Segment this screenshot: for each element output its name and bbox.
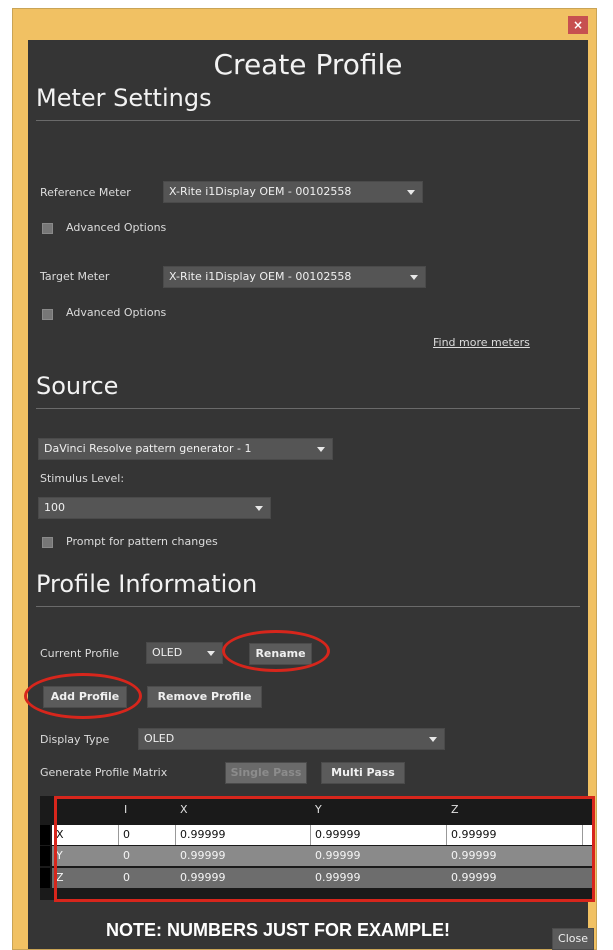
source-value: DaVinci Resolve pattern generator - 1 [44, 442, 252, 455]
target-meter-label: Target Meter [40, 270, 110, 283]
display-type-dropdown[interactable]: OLED [138, 728, 445, 750]
generate-matrix-label: Generate Profile Matrix [40, 766, 168, 779]
section-divider [36, 408, 580, 409]
display-type-value: OLED [144, 732, 175, 745]
target-meter-dropdown[interactable]: X-Rite i1Display OEM - 00102558 [163, 266, 426, 288]
stimulus-level-label: Stimulus Level: [40, 472, 125, 485]
dialog-window: × Create Profile Meter Settings Referenc… [12, 8, 597, 950]
stimulus-level-value: 100 [44, 501, 65, 514]
chevron-down-icon [317, 447, 325, 452]
row-selector[interactable] [40, 825, 50, 845]
section-divider [36, 120, 580, 121]
target-advanced-checkbox[interactable] [42, 309, 53, 320]
chevron-down-icon [410, 275, 418, 280]
window-close-button[interactable]: × [568, 16, 588, 34]
find-more-meters-link[interactable]: Find more meters [433, 336, 530, 349]
close-button[interactable]: Close [552, 928, 594, 950]
current-profile-dropdown[interactable]: OLED [146, 642, 223, 664]
example-note: NOTE: NUMBERS JUST FOR EXAMPLE! [105, 920, 450, 940]
row-selector[interactable] [40, 868, 50, 888]
prompt-pattern-label: Prompt for pattern changes [66, 535, 218, 548]
rename-highlight-ring [222, 630, 330, 672]
chevron-down-icon [407, 190, 415, 195]
target-meter-value: X-Rite i1Display OEM - 00102558 [169, 270, 352, 283]
single-pass-button[interactable]: Single Pass [225, 762, 307, 784]
meter-settings-heading: Meter Settings [36, 84, 212, 112]
stimulus-level-dropdown[interactable]: 100 [38, 497, 271, 519]
dialog-content: Create Profile Meter Settings Reference … [24, 40, 595, 950]
reference-meter-value: X-Rite i1Display OEM - 00102558 [169, 185, 352, 198]
current-profile-value: OLED [152, 646, 183, 659]
reference-advanced-label: Advanced Options [66, 221, 167, 234]
target-advanced-label: Advanced Options [66, 306, 167, 319]
source-heading: Source [36, 372, 119, 400]
source-dropdown[interactable]: DaVinci Resolve pattern generator - 1 [38, 438, 333, 460]
row-selector[interactable] [40, 846, 50, 866]
add-profile-highlight-ring [24, 673, 142, 719]
reference-advanced-checkbox[interactable] [42, 223, 53, 234]
chevron-down-icon [207, 651, 215, 656]
current-profile-label: Current Profile [40, 647, 120, 660]
remove-profile-button[interactable]: Remove Profile [147, 686, 262, 708]
reference-meter-label: Reference Meter [40, 186, 131, 199]
matrix-highlight-frame [54, 796, 595, 902]
section-divider [36, 606, 580, 607]
reference-meter-dropdown[interactable]: X-Rite i1Display OEM - 00102558 [163, 181, 423, 203]
chevron-down-icon [429, 737, 437, 742]
display-type-label: Display Type [40, 733, 110, 746]
multi-pass-button[interactable]: Multi Pass [321, 762, 405, 784]
prompt-pattern-checkbox[interactable] [42, 537, 53, 548]
profile-info-heading: Profile Information [36, 570, 258, 598]
dialog-title: Create Profile [213, 48, 403, 81]
chevron-down-icon [255, 506, 263, 511]
